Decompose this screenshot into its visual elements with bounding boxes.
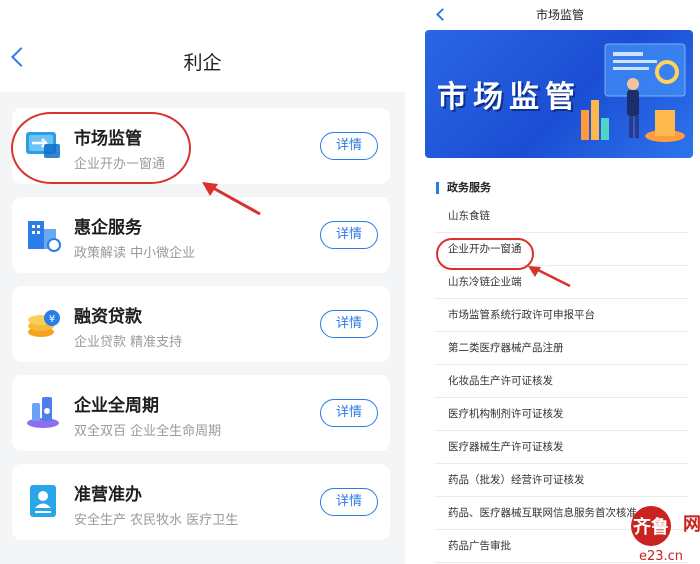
card-title: 企业全周期 [74,396,159,416]
highlight-circle [436,238,534,270]
list-item[interactable]: 山东食链 [434,200,688,233]
id-card-icon [30,485,56,517]
banner-illustration-icon [581,43,686,142]
list-item[interactable]: 药品（批发）经营许可证核发 [434,464,688,497]
svg-text:齐鲁: 齐鲁 [633,516,669,538]
banner: 市场监管 [425,30,693,158]
card-subtitle: 企业贷款 精准支持 [74,335,183,350]
arrow-annotation-icon [202,182,261,216]
page-title: 利企 [183,52,222,74]
card-business-license[interactable]: 准营准办 安全生产 农民牧水 医疗卫生 详情 [12,464,390,540]
page-title: 市场监管 [535,8,584,22]
details-button[interactable]: 详情 [320,132,378,160]
card-title: 融资贷款 [74,307,142,327]
list-item[interactable]: 市场监管系统行政许可申报平台 [434,299,688,332]
list-item[interactable]: 第二类医疗器械产品注册 [434,332,688,365]
details-button[interactable]: 详情 [320,488,378,516]
details-button[interactable]: 详情 [320,221,378,249]
lifecycle-icon [27,397,59,428]
card-financing[interactable]: ¥ 融资贷款 企业贷款 精准支持 详情 [12,286,390,362]
building-icon [28,221,61,252]
watermark-net: 网 [683,514,700,535]
list-item[interactable]: 化妆品生产许可证核发 [434,365,688,398]
list-item[interactable]: 医疗器械生产许可证核发 [434,431,688,464]
svg-text:¥: ¥ [49,314,55,325]
details-button[interactable]: 详情 [320,399,378,427]
card-title: 准营准办 [74,485,142,505]
card-subtitle: 政策解读 中小微企业 [74,246,196,261]
coin-stack-icon: ¥ [28,310,60,337]
card-subtitle: 双全双百 企业全生命周期 [74,424,222,439]
left-panel: 利企 市场监管 企业开办一窗通 详情 惠企服务 政策解读 中小微企业 详情 ¥ … [0,0,405,564]
banner-title: 市场监管 [437,80,581,115]
arrow-annotation-icon [528,266,571,288]
page-header: 市场监管 [420,0,700,28]
site-logo-icon: 齐鲁 网 e23.cn [631,506,700,564]
page-header: 利企 [0,0,405,92]
card-title: 惠企服务 [74,218,142,238]
highlight-circle [11,112,191,184]
section-title: 政务服务 [436,182,491,194]
card-enterprise-lifecycle[interactable]: 企业全周期 双全双百 企业全生命周期 详情 [12,375,390,451]
details-button[interactable]: 详情 [320,310,378,338]
list-item[interactable]: 医疗机构制剂许可证核发 [434,398,688,431]
card-subtitle: 安全生产 农民牧水 医疗卫生 [74,513,239,528]
watermark-site: e23.cn [639,549,683,564]
